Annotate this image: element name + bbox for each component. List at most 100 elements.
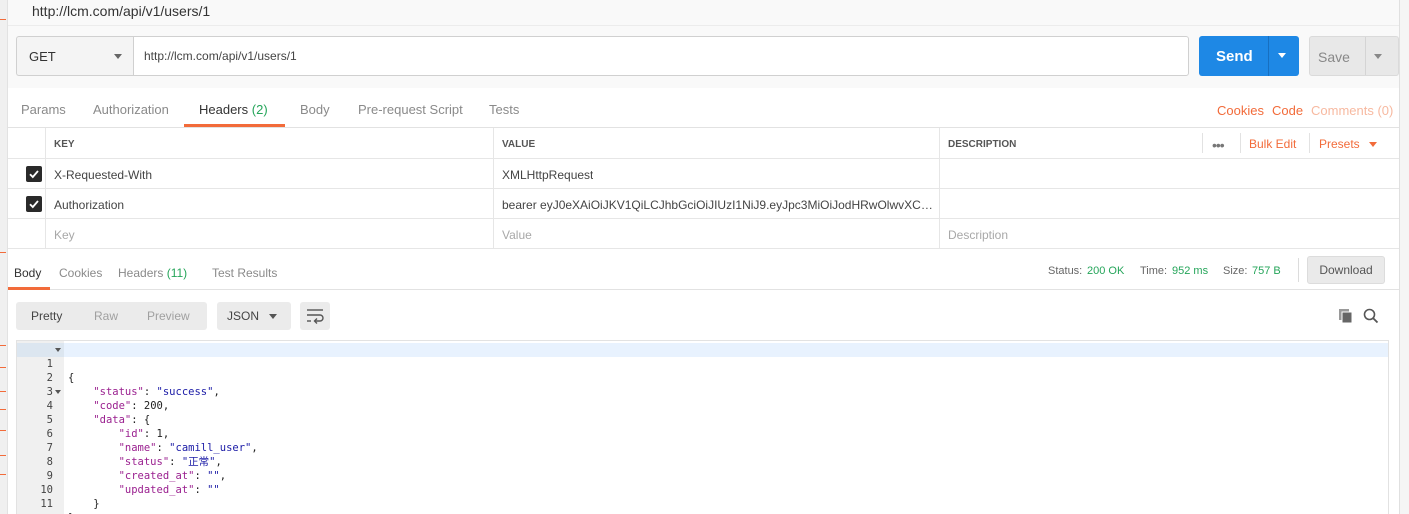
checkmark-icon <box>29 170 39 179</box>
save-button[interactable]: Save <box>1309 36 1399 76</box>
save-label: Save <box>1318 49 1350 65</box>
code-link[interactable]: Code <box>1272 103 1303 118</box>
code-line: 4 "data": { <box>17 385 1388 426</box>
request-tabs: Params Authorization Headers (2) Body Pr… <box>8 88 1399 128</box>
value-cell[interactable]: Value <box>494 219 940 248</box>
header-tools-divider <box>1309 133 1310 153</box>
tab-headers[interactable]: Headers (2) <box>199 102 268 117</box>
response-tab-body[interactable]: Body <box>14 266 41 280</box>
header-value: XMLHttpRequest <box>502 168 594 182</box>
bulk-edit-link[interactable]: Bulk Edit <box>1249 137 1296 151</box>
response-tab-headers[interactable]: Headers (11) <box>118 266 187 280</box>
table-header-row: KEY VALUE DESCRIPTION ••• Bulk Edit Pres… <box>8 128 1399 159</box>
row-check-cell <box>8 159 46 188</box>
copy-icon[interactable] <box>1338 308 1354 324</box>
header-key: X-Requested-With <box>54 168 153 182</box>
header-key: Authorization <box>54 198 125 212</box>
cookies-link[interactable]: Cookies <box>1217 103 1264 118</box>
code-line: 11 } <box>17 483 1388 514</box>
tab-marker <box>0 19 6 20</box>
code-line: 9 "updated_at": "" <box>17 455 1388 496</box>
download-button[interactable]: Download <box>1307 256 1385 284</box>
key-cell[interactable]: Key <box>46 219 494 248</box>
method-select[interactable]: GET <box>16 36 134 76</box>
request-title-bar: http://lcm.com/api/v1/users/1 <box>8 0 1399 26</box>
wrap-lines-button[interactable] <box>300 302 330 330</box>
preview-button[interactable]: Preview <box>147 309 190 323</box>
left-sidebar-edge <box>0 0 8 514</box>
save-divider <box>1365 37 1366 75</box>
code-line: 5 "id": 1, <box>17 399 1388 440</box>
tab-headers-count: (2) <box>251 102 268 117</box>
tab-tests[interactable]: Tests <box>489 102 519 117</box>
raw-button[interactable]: Raw <box>94 309 118 323</box>
request-title[interactable]: http://lcm.com/api/v1/users/1 <box>32 3 210 19</box>
send-button[interactable]: Send <box>1199 36 1299 76</box>
code-line: 10 } <box>17 469 1388 510</box>
code-line: 6 "name": "camill_user", <box>17 413 1388 454</box>
right-scrollbar[interactable] <box>1399 0 1409 514</box>
comments-link[interactable]: Comments (0) <box>1311 103 1393 118</box>
tab-params[interactable]: Params <box>21 102 66 117</box>
line-number: 11 <box>40 498 53 510</box>
tab-marker <box>0 367 6 368</box>
tab-marker <box>0 391 6 392</box>
row-checkbox[interactable] <box>26 196 42 212</box>
tab-marker <box>0 345 6 346</box>
response-body-editor[interactable]: 1 { 2 "status": "success", 3 "code": 200… <box>16 340 1389 514</box>
save-dropdown-icon[interactable] <box>1374 54 1382 59</box>
format-value: JSON <box>227 309 260 323</box>
tab-headers-label: Headers <box>199 102 249 117</box>
code-line: 8 "created_at": "", <box>17 441 1388 482</box>
more-options-icon[interactable]: ••• <box>1212 137 1225 153</box>
response-tab-test-results[interactable]: Test Results <box>212 266 277 280</box>
value-cell[interactable]: bearer eyJ0eXAiOiJKV1QiLCJhbGciOiJIUzI1N… <box>494 189 940 218</box>
chevron-down-icon[interactable] <box>1369 142 1377 147</box>
response-tab-headers-label: Headers <box>118 266 164 280</box>
value-cell[interactable]: XMLHttpRequest <box>494 159 940 188</box>
key-cell[interactable]: X-Requested-With <box>46 159 494 188</box>
key-cell[interactable]: Authorization <box>46 189 494 218</box>
header-tools-divider <box>1202 133 1203 153</box>
row-checkbox[interactable] <box>26 166 42 182</box>
description-cell[interactable] <box>940 159 1399 188</box>
response-tab-headers-count: (11) <box>166 266 188 280</box>
fold-toggle-icon[interactable] <box>55 390 61 394</box>
chevron-down-icon <box>114 54 122 59</box>
time-value: 952 ms <box>1172 265 1209 277</box>
value-header-label: VALUE <box>502 139 536 150</box>
code-line: 7 "status": "正常", <box>17 427 1388 468</box>
size-label: Size: <box>1223 265 1248 277</box>
send-dropdown-icon[interactable] <box>1278 53 1286 58</box>
response-tab-cookies[interactable]: Cookies <box>59 266 102 280</box>
header-check-cell <box>8 128 46 158</box>
header-tools-divider <box>1240 133 1241 153</box>
status-divider <box>1298 258 1299 282</box>
code-line: 2 "status": "success", <box>17 357 1388 398</box>
description-cell[interactable] <box>940 189 1399 218</box>
pretty-button[interactable]: Pretty <box>31 309 62 323</box>
presets-dropdown[interactable]: Presets <box>1319 137 1360 151</box>
url-input[interactable] <box>133 36 1189 76</box>
tab-body[interactable]: Body <box>300 102 330 117</box>
row-check-cell <box>8 189 46 218</box>
time-label: Time: <box>1140 265 1168 277</box>
fold-toggle-icon[interactable] <box>55 348 61 352</box>
description-cell[interactable]: Description <box>940 219 1399 248</box>
table-row: X-Requested-With XMLHttpRequest <box>8 159 1399 189</box>
header-value: bearer eyJ0eXAiOiJKV1QiLCJhbGciOiJIUzI1N… <box>502 198 934 212</box>
search-icon[interactable] <box>1363 308 1379 324</box>
value-placeholder: Value <box>502 228 532 242</box>
tab-marker <box>0 252 6 253</box>
tab-pre-request-script[interactable]: Pre-request Script <box>358 102 463 117</box>
wrap-lines-icon <box>307 309 324 324</box>
tab-authorization[interactable]: Authorization <box>93 102 169 117</box>
format-select[interactable]: JSON <box>217 302 291 330</box>
key-placeholder: Key <box>54 228 75 242</box>
url-bar: GET Send Save <box>8 26 1399 88</box>
column-header-value: VALUE <box>494 128 940 158</box>
code-line: 1 { <box>17 343 1388 384</box>
tab-marker <box>0 455 6 456</box>
size-value: 757 B <box>1252 265 1281 277</box>
active-tab-indicator <box>184 124 285 127</box>
